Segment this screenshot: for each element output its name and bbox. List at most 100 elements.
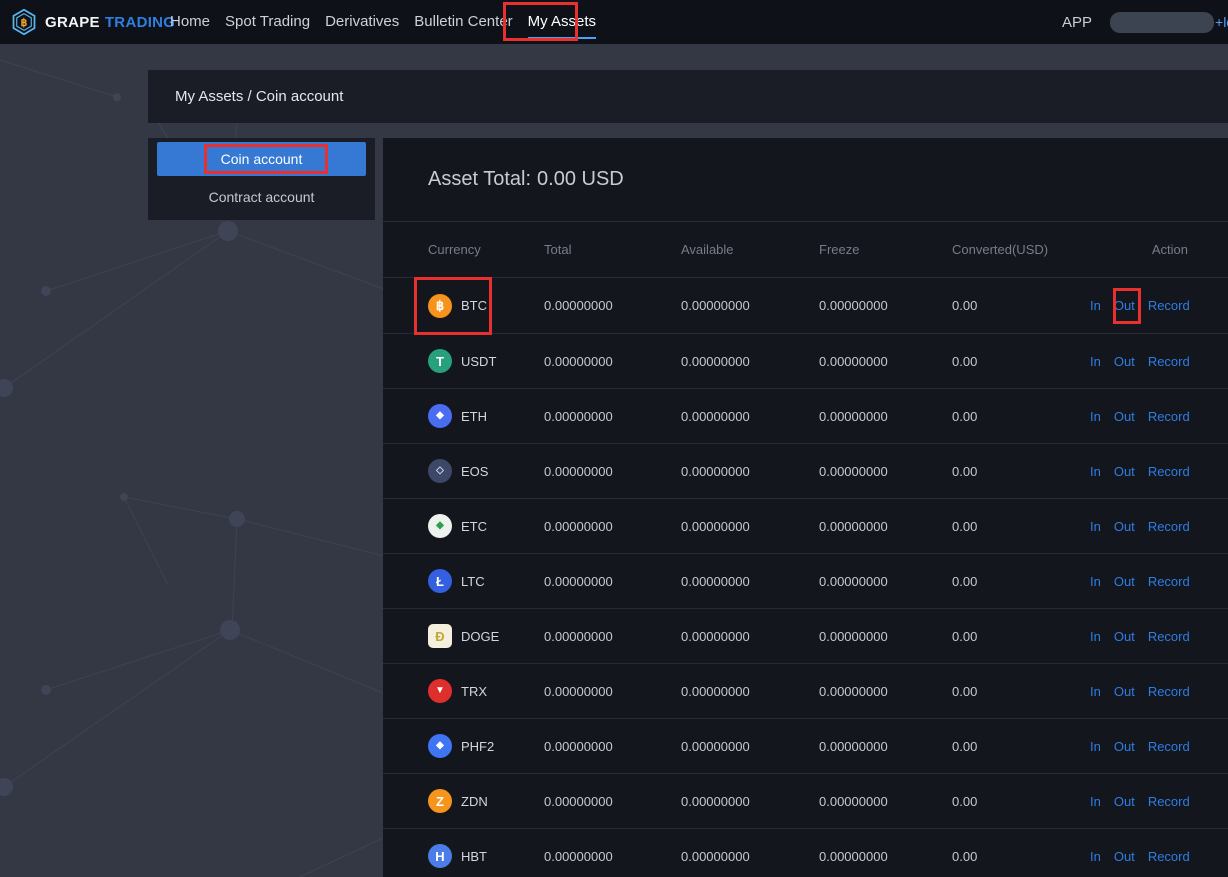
- record-link-phf2[interactable]: Record: [1148, 739, 1190, 754]
- action-cell: In Out Record: [1090, 574, 1228, 589]
- record-link-eth[interactable]: Record: [1148, 409, 1190, 424]
- column-header-action: Action: [1090, 242, 1228, 257]
- asset-table: ฿BTC0.000000000.000000000.000000000.00In…: [383, 278, 1228, 877]
- asset-row-etc: ◆ETC0.000000000.000000000.000000000.00In…: [383, 498, 1228, 553]
- etc-icon: ◆: [428, 514, 452, 538]
- available-cell: 0.00000000: [681, 739, 819, 754]
- out-link-eth[interactable]: Out: [1114, 409, 1135, 424]
- converted-cell: 0.00: [952, 464, 1090, 479]
- available-cell: 0.00000000: [681, 354, 819, 369]
- column-header-available: Available: [681, 242, 819, 257]
- column-header-total: Total: [544, 242, 681, 257]
- account-type-sidebar: Coin account Contract account: [148, 138, 375, 220]
- out-link-etc[interactable]: Out: [1114, 519, 1135, 534]
- record-link-ltc[interactable]: Record: [1148, 574, 1190, 589]
- nav-item-home[interactable]: Home: [170, 0, 210, 44]
- out-link-usdt[interactable]: Out: [1114, 354, 1135, 369]
- page: ฿ GRAPE TRADING Home Spot Trading Derivati…: [0, 0, 1228, 877]
- nav-right: APP +lo: [1062, 0, 1228, 44]
- in-link-usdt[interactable]: In: [1090, 354, 1101, 369]
- usdt-icon: T: [428, 349, 452, 373]
- total-cell: 0.00000000: [544, 849, 681, 864]
- assets-panel: Asset Total: 0.00 USD CurrencyTotalAvail…: [383, 138, 1228, 877]
- currency-cell-phf2: ◆PHF2: [428, 734, 544, 758]
- brand-name-secondary: TRADING: [105, 14, 175, 31]
- action-cell: In Out Record: [1090, 298, 1228, 313]
- in-link-trx[interactable]: In: [1090, 684, 1101, 699]
- converted-cell: 0.00: [952, 849, 1090, 864]
- brand[interactable]: ฿ GRAPE TRADING: [10, 0, 175, 44]
- in-link-zdn[interactable]: In: [1090, 794, 1101, 809]
- out-link-phf2[interactable]: Out: [1114, 739, 1135, 754]
- record-link-hbt[interactable]: Record: [1148, 849, 1190, 864]
- btc-icon: ฿: [428, 294, 452, 318]
- nav-item-bulletin-center[interactable]: Bulletin Center: [414, 0, 512, 44]
- out-link-eos[interactable]: Out: [1114, 464, 1135, 479]
- in-link-ltc[interactable]: In: [1090, 574, 1101, 589]
- main-nav: Home Spot Trading Derivatives Bulletin Cent…: [170, 0, 596, 44]
- nav-item-derivatives[interactable]: Derivatives: [325, 0, 399, 44]
- column-header-converted-usd-: Converted(USD): [952, 242, 1090, 257]
- record-link-usdt[interactable]: Record: [1148, 354, 1190, 369]
- breadcrumb: My Assets / Coin account: [148, 70, 1228, 123]
- sidebar-item-contract-account[interactable]: Contract account: [148, 183, 375, 211]
- action-cell: In Out Record: [1090, 354, 1228, 369]
- trx-icon: ▼: [428, 679, 452, 703]
- record-link-btc[interactable]: Record: [1148, 298, 1190, 313]
- nav-item-spot-trading[interactable]: Spot Trading: [225, 0, 310, 44]
- record-link-eos[interactable]: Record: [1148, 464, 1190, 479]
- svg-text:฿: ฿: [21, 17, 28, 29]
- currency-cell-eth: ◆ETH: [428, 404, 544, 428]
- hbt-icon: H: [428, 844, 452, 868]
- converted-cell: 0.00: [952, 794, 1090, 809]
- nav-item-my-assets[interactable]: My Assets: [528, 0, 596, 44]
- column-header-currency: Currency: [428, 242, 544, 257]
- out-link-btc[interactable]: Out: [1114, 298, 1135, 313]
- in-link-doge[interactable]: In: [1090, 629, 1101, 644]
- asset-row-phf2: ◆PHF20.000000000.000000000.000000000.00I…: [383, 718, 1228, 773]
- coin-symbol: USDT: [461, 354, 496, 369]
- asset-total-value: 0.00 USD: [537, 168, 624, 191]
- out-link-trx[interactable]: Out: [1114, 684, 1135, 699]
- out-link-doge[interactable]: Out: [1114, 629, 1135, 644]
- in-link-eos[interactable]: In: [1090, 464, 1101, 479]
- out-link-hbt[interactable]: Out: [1114, 849, 1135, 864]
- record-link-zdn[interactable]: Record: [1148, 794, 1190, 809]
- column-header-freeze: Freeze: [819, 242, 952, 257]
- in-link-hbt[interactable]: In: [1090, 849, 1101, 864]
- sidebar-item-coin-account[interactable]: Coin account: [157, 142, 366, 176]
- doge-icon: Ð: [428, 624, 452, 648]
- total-cell: 0.00000000: [544, 739, 681, 754]
- action-cell: In Out Record: [1090, 849, 1228, 864]
- app-link[interactable]: APP: [1062, 14, 1092, 31]
- asset-row-eth: ◆ETH0.000000000.000000000.000000000.00In…: [383, 388, 1228, 443]
- in-link-eth[interactable]: In: [1090, 409, 1101, 424]
- currency-cell-trx: ▼TRX: [428, 679, 544, 703]
- converted-cell: 0.00: [952, 739, 1090, 754]
- record-link-etc[interactable]: Record: [1148, 519, 1190, 534]
- in-link-etc[interactable]: In: [1090, 519, 1101, 534]
- brand-logo-icon: ฿: [10, 8, 38, 36]
- currency-cell-zdn: ZZDN: [428, 789, 544, 813]
- in-link-phf2[interactable]: In: [1090, 739, 1101, 754]
- freeze-cell: 0.00000000: [819, 464, 952, 479]
- converted-cell: 0.00: [952, 684, 1090, 699]
- converted-cell: 0.00: [952, 354, 1090, 369]
- out-link-zdn[interactable]: Out: [1114, 794, 1135, 809]
- asset-row-trx: ▼TRX0.000000000.000000000.000000000.00In…: [383, 663, 1228, 718]
- action-cell: In Out Record: [1090, 464, 1228, 479]
- converted-cell: 0.00: [952, 574, 1090, 589]
- in-link-btc[interactable]: In: [1090, 298, 1101, 313]
- clipped-edge-text[interactable]: +lo: [1215, 14, 1228, 30]
- available-cell: 0.00000000: [681, 849, 819, 864]
- record-link-doge[interactable]: Record: [1148, 629, 1190, 644]
- currency-cell-eos: ◇EOS: [428, 459, 544, 483]
- top-nav: ฿ GRAPE TRADING Home Spot Trading Derivati…: [0, 0, 1228, 44]
- asset-total-label: Asset Total:: [428, 168, 531, 191]
- record-link-trx[interactable]: Record: [1148, 684, 1190, 699]
- out-link-ltc[interactable]: Out: [1114, 574, 1135, 589]
- zdn-icon: Z: [428, 789, 452, 813]
- currency-cell-usdt: T USDT: [428, 349, 544, 373]
- asset-row-btc: ฿BTC0.000000000.000000000.000000000.00In…: [383, 278, 1228, 333]
- currency-cell-doge: ÐDOGE: [428, 624, 544, 648]
